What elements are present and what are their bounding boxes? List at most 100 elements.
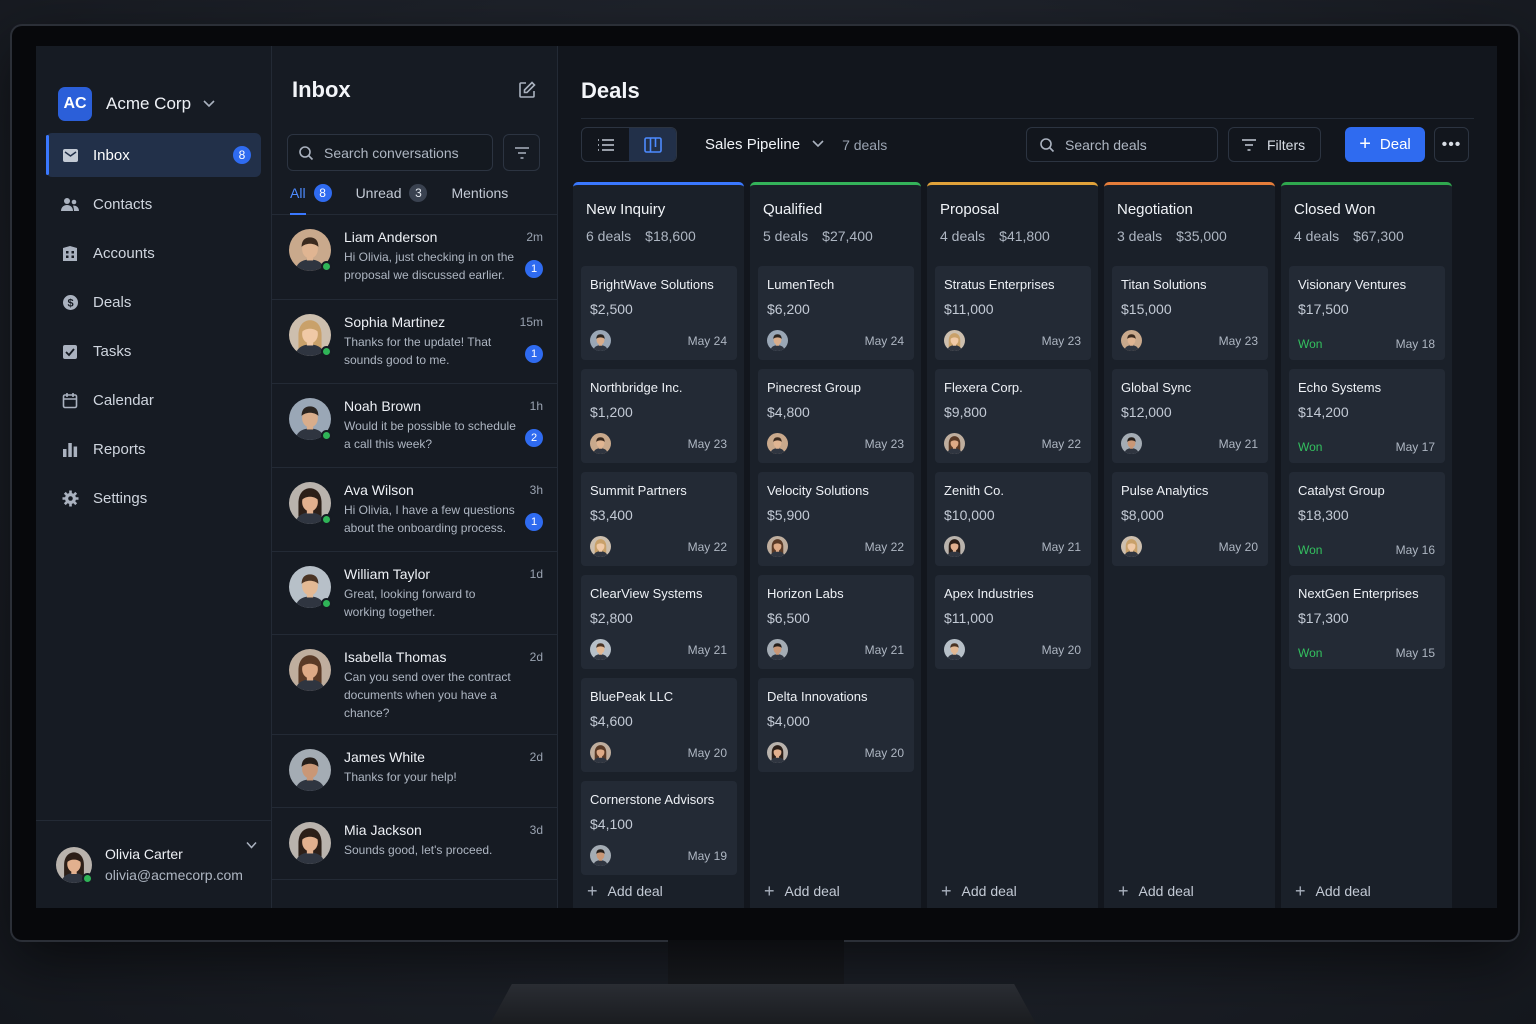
deal-card[interactable]: BluePeak LLC $4,600 May 20 [581,678,737,772]
pipeline-selector[interactable]: Sales Pipeline 7 deals [705,136,887,153]
conversation-item[interactable]: Sophia Martinez 15m Thanks for the updat… [272,300,557,384]
deal-card[interactable]: Pulse Analytics $8,000 May 20 [1112,472,1268,566]
sidebar-item-reports[interactable]: Reports [46,427,261,471]
deal-card[interactable]: ClearView Systems $2,800 May 21 [581,575,737,669]
filters-button[interactable]: Filters [1228,127,1321,162]
sidebar-item-label: Contacts [93,195,153,213]
deal-card[interactable]: Titan Solutions $15,000 May 23 [1112,266,1268,360]
kanban-icon [643,136,662,153]
message-preview: Can you send over the contract documents… [344,670,511,720]
deal-card[interactable]: NextGen Enterprises $17,300 Won May 15 [1289,575,1445,669]
tab-mentions[interactable]: Mentions [451,185,508,214]
tab-all[interactable]: All 8 [290,184,332,215]
add-deal-label: Add deal [961,883,1017,899]
sidebar-item-label: Calendar [93,391,154,409]
sidebar-item-label: Accounts [93,244,155,262]
deal-value: $1,200 [590,404,633,420]
conversation-item[interactable]: William Taylor 1d Great, looking forward… [272,552,557,635]
add-deal-button[interactable]: + Add deal [1295,882,1371,900]
compose-icon[interactable] [517,80,537,100]
sidebar-item-inbox[interactable]: Inbox 8 [46,133,261,177]
inbox-panel: Inbox Search conversations All 8 Unread 3 Me… [272,46,558,908]
add-deal-button[interactable]: + Add deal [941,882,1017,900]
avatar [1121,433,1142,454]
inbox-filter-button[interactable] [503,134,540,171]
conversation-item[interactable]: Mia Jackson 3d Sounds good, let's procee… [272,808,557,880]
sidebar-item-deals[interactable]: $ Deals [46,280,261,324]
unread-badge: 2 [525,429,543,447]
sidebar-item-tasks[interactable]: Tasks [46,329,261,373]
deal-search-input[interactable]: Search deals [1026,127,1218,162]
deal-card[interactable]: Flexera Corp. $9,800 May 22 [935,369,1091,463]
stage-name: New Inquiry [586,201,666,218]
deal-card[interactable]: Echo Systems $14,200 Won May 17 [1289,369,1445,463]
add-deal-button[interactable]: + Add deal [764,882,840,900]
tab-unread[interactable]: Unread 3 [356,184,428,214]
deal-date: May 21 [1218,436,1258,451]
add-deal-button[interactable]: + Add deal [587,882,663,900]
online-status-dot [321,346,332,357]
org-switcher[interactable]: AC Acme Corp [36,46,271,134]
deal-card[interactable]: BrightWave Solutions $2,500 May 24 [581,266,737,360]
deal-card[interactable]: Pinecrest Group $4,800 May 23 [758,369,914,463]
contact-name: Noah Brown [344,398,422,414]
pipeline-name: Sales Pipeline [705,136,801,153]
avatar [1121,536,1142,557]
add-deal-button[interactable]: + Add deal [1118,882,1194,900]
conversation-item[interactable]: Isabella Thomas 2d Can you send over the… [272,635,557,735]
deal-card[interactable]: Northbridge Inc. $1,200 May 23 [581,369,737,463]
contact-name: Mia Jackson [344,822,422,838]
deal-card[interactable]: Summit Partners $3,400 May 22 [581,472,737,566]
deal-date: May 23 [864,436,904,451]
deal-card[interactable]: Cornerstone Advisors $4,100 May 19 [581,781,737,875]
avatar [944,639,965,660]
message-time: 15m [519,315,543,329]
conversation-item[interactable]: Liam Anderson 2m Hi Olivia, just checkin… [272,215,557,300]
sidebar-item-contacts[interactable]: Contacts [46,182,261,226]
deal-name: Summit Partners [590,483,687,498]
chevron-up-down-icon[interactable] [246,841,257,853]
sidebar-item-label: Inbox [93,146,130,164]
conversation-item[interactable]: James White 2d Thanks for your help! [272,735,557,808]
sidebar-item-accounts[interactable]: Accounts [46,231,261,275]
deal-card[interactable]: Velocity Solutions $5,900 May 22 [758,472,914,566]
deal-card[interactable]: Delta Innovations $4,000 May 20 [758,678,914,772]
deal-date: May 21 [1041,539,1081,554]
plus-icon: + [764,881,775,901]
new-deal-button[interactable]: + Deal [1345,127,1425,162]
add-deal-label: Add deal [1315,883,1371,899]
deal-card[interactable]: Global Sync $12,000 May 21 [1112,369,1268,463]
deal-card[interactable]: Zenith Co. $10,000 May 21 [935,472,1091,566]
pipeline-column: Qualified 5 deals $27,400 LumenTech $6,20… [750,182,921,908]
sidebar-item-calendar[interactable]: Calendar [46,378,261,422]
deal-value: $15,000 [1121,301,1172,317]
more-options-button[interactable]: ••• [1434,127,1469,162]
conversation-item[interactable]: Ava Wilson 3h Hi Olivia, I have a few qu… [272,468,557,552]
deal-card[interactable]: Apex Industries $11,000 May 20 [935,575,1091,669]
deal-card[interactable]: Catalyst Group $18,300 Won May 16 [1289,472,1445,566]
deal-card[interactable]: LumenTech $6,200 May 24 [758,266,914,360]
avatar [289,649,331,691]
sidebar-item-settings[interactable]: Settings [46,476,261,520]
deal-card[interactable]: Visionary Ventures $17,500 Won May 18 [1289,266,1445,360]
won-status: Won [1298,440,1323,454]
pipeline-column: New Inquiry 6 deals $18,600 BrightWave So… [573,182,744,908]
deal-card[interactable]: Horizon Labs $6,500 May 21 [758,575,914,669]
org-name: Acme Corp [106,94,192,113]
stage-total-value: $35,000 [1176,228,1227,244]
list-view-button[interactable] [582,128,629,161]
board-view-button[interactable] [629,128,676,161]
deal-value: $2,800 [590,610,633,626]
deal-date: May 21 [687,642,727,657]
deal-name: NextGen Enterprises [1298,586,1419,601]
deal-date: May 18 [1395,337,1435,351]
conversation-item[interactable]: Noah Brown 1h Would it be possible to sc… [272,384,557,468]
deal-name: Cornerstone Advisors [590,792,715,807]
user-profile[interactable]: Olivia Carter olivia@acmecorp.com [36,820,271,908]
tab-count-badge: 8 [313,184,332,202]
conversation-search-placeholder: Search conversations [324,144,459,161]
deal-card[interactable]: Stratus Enterprises $11,000 May 23 [935,266,1091,360]
deal-value: $6,500 [767,610,810,626]
stage-deal-count: 3 deals [1117,228,1163,244]
conversation-search-input[interactable]: Search conversations [287,134,493,171]
